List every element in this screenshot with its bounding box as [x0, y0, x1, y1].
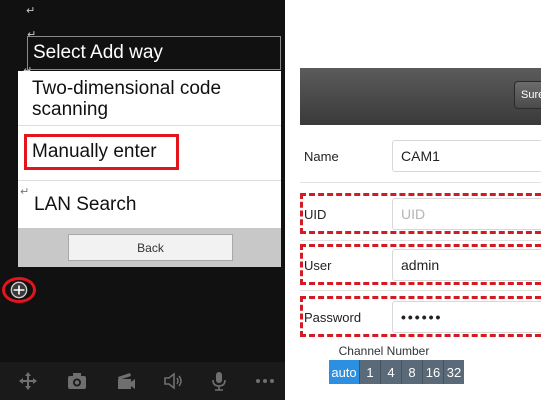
add-device-icon [10, 281, 28, 299]
speaker-icon[interactable] [162, 370, 184, 392]
channel-option-8[interactable]: 8 [401, 360, 422, 384]
add-way-options: Two-dimensional code scanning Manually e… [18, 71, 281, 228]
field-label: Name [304, 148, 339, 164]
uid-row: UID UID [300, 193, 541, 234]
uid-field[interactable]: UID [392, 198, 541, 230]
right-phone-screen: Sure Name CAM1 UID UID User admin Passwo… [300, 68, 541, 400]
top-bar: Sure [300, 68, 541, 125]
channel-option-32[interactable]: 32 [443, 360, 464, 384]
sure-button[interactable]: Sure [514, 81, 541, 109]
channel-number-selector: auto 1 4 8 16 32 [329, 360, 464, 384]
camera-icon[interactable] [66, 370, 88, 392]
name-field[interactable]: CAM1 [392, 140, 541, 172]
back-button[interactable]: Back [68, 234, 233, 261]
channel-option-auto[interactable]: auto [329, 360, 359, 384]
divider [300, 240, 541, 241]
dialog-footer: Back [18, 228, 281, 267]
channel-option-4[interactable]: 4 [380, 360, 401, 384]
return-mark: ↵ [20, 185, 30, 198]
more-icon[interactable] [254, 370, 276, 392]
ptz-move-icon[interactable] [17, 370, 39, 392]
option-label: LAN Search [34, 193, 137, 215]
record-icon[interactable] [115, 370, 137, 392]
field-label: User [304, 257, 332, 273]
divider [300, 182, 541, 183]
user-field[interactable]: admin [392, 249, 541, 281]
divider [300, 290, 541, 291]
password-field[interactable]: •••••• [392, 301, 541, 333]
option-qr-code-scanning[interactable]: Two-dimensional code scanning [18, 71, 281, 126]
bottom-toolbar [0, 362, 285, 400]
field-label: UID [304, 206, 327, 222]
channel-number-label: Channel Number [338, 344, 430, 358]
option-manually-enter[interactable]: Manually enter [18, 126, 281, 181]
channel-option-1[interactable]: 1 [359, 360, 380, 384]
field-label: Password [304, 309, 362, 325]
return-mark: ↵ [26, 4, 36, 17]
highlight-box: Manually enter [24, 134, 179, 170]
user-row: User admin [300, 244, 541, 285]
channel-option-16[interactable]: 16 [422, 360, 443, 384]
add-device-button[interactable] [2, 277, 36, 303]
option-label: Two-dimensional code scanning [32, 78, 222, 120]
dialog-title: Select Add way [27, 36, 281, 70]
left-phone-screen: ↵ ↵ ↵ Select Add way Two-dimensional cod… [0, 0, 285, 400]
option-label: Manually enter [32, 141, 157, 162]
name-row: Name CAM1 [300, 137, 541, 175]
option-lan-search[interactable]: ↵ LAN Search [18, 181, 281, 228]
microphone-icon[interactable] [208, 370, 230, 392]
password-row: Password •••••• [300, 296, 541, 337]
